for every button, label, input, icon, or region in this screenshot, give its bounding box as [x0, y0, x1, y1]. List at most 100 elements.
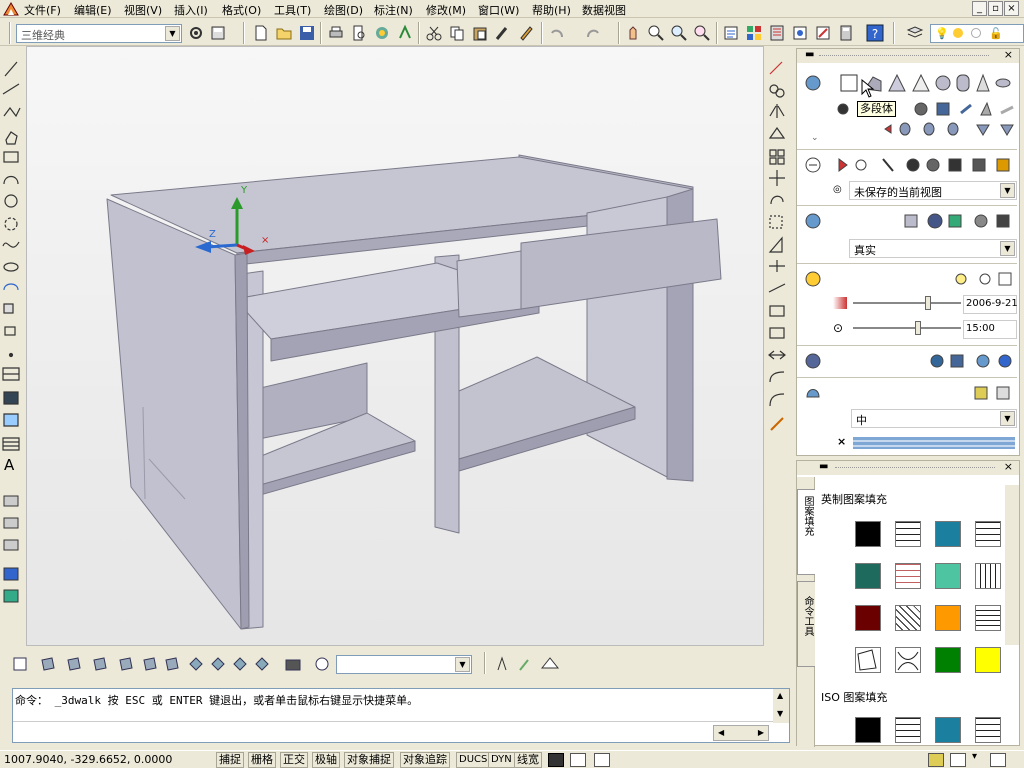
hatch-red-brick[interactable]: [895, 563, 921, 589]
menu-view[interactable]: 视图(V): [124, 2, 162, 18]
menu-insert[interactable]: 插入(I): [174, 2, 208, 18]
expand-chevron-icon[interactable]: ⌄: [811, 133, 819, 143]
communication-center-icon[interactable]: [928, 753, 944, 767]
chevron-down-icon[interactable]: ▼: [455, 657, 470, 672]
ducs-toggle[interactable]: DUCS: [456, 752, 491, 768]
date-slider-thumb[interactable]: [925, 296, 931, 310]
cut-icon[interactable]: [425, 24, 443, 42]
visual-style-combo[interactable]: 真实 ▼: [849, 239, 1017, 258]
dashboard-close-icon[interactable]: ×: [1004, 48, 1013, 61]
menu-edit[interactable]: 编辑(E): [74, 2, 112, 18]
close-x-icon[interactable]: ×: [837, 435, 846, 448]
hatch-solid-green-2[interactable]: [935, 647, 961, 673]
chevron-down-icon[interactable]: ▼: [1000, 241, 1015, 256]
coordinate-readout[interactable]: 1007.9040, -329.6652, 0.0000: [4, 753, 172, 766]
tab-hatch[interactable]: 图案填充: [797, 489, 815, 575]
pan-realtime-icon[interactable]: [624, 24, 642, 42]
iso-hatch-black[interactable]: [855, 717, 881, 743]
drawing-viewport[interactable]: Y Z ×: [26, 46, 764, 646]
menu-dataview[interactable]: 数据视图: [582, 2, 626, 18]
copy-icon[interactable]: [448, 24, 466, 42]
hatch-lines[interactable]: [975, 605, 1001, 631]
dashboard-menu-icon[interactable]: ▬: [805, 49, 814, 60]
calculator-icon[interactable]: [837, 24, 855, 42]
otrack-toggle[interactable]: 对象追踪: [400, 752, 450, 768]
close-button[interactable]: ×: [1004, 1, 1019, 16]
menu-tools[interactable]: 工具(T): [274, 2, 311, 18]
properties-icon[interactable]: [722, 24, 740, 42]
markup-icon[interactable]: [814, 24, 832, 42]
menu-window[interactable]: 窗口(W): [478, 2, 519, 18]
paste-icon[interactable]: [471, 24, 489, 42]
print-icon[interactable]: [327, 24, 345, 42]
material-quality-combo[interactable]: 中 ▼: [851, 409, 1017, 428]
named-view-combo[interactable]: ▼: [336, 655, 472, 674]
undo-icon[interactable]: [548, 24, 566, 42]
hatch-solid-black[interactable]: [855, 521, 881, 547]
command-hscrollbar[interactable]: ◀ ▶: [713, 725, 769, 741]
command-scrollbar[interactable]: ▲ ▼: [773, 689, 789, 723]
viewport-icon[interactable]: [594, 753, 610, 767]
iso-hatch-teal[interactable]: [935, 717, 961, 743]
sheet-set-icon[interactable]: [791, 24, 809, 42]
print-preview-icon[interactable]: [350, 24, 368, 42]
menu-file[interactable]: 文件(F): [24, 2, 61, 18]
annotation-scale-icon[interactable]: [570, 753, 586, 767]
redo-icon[interactable]: [584, 24, 602, 42]
dyn-toggle[interactable]: DYN: [488, 752, 515, 768]
hatch-earth[interactable]: [855, 647, 881, 673]
chevron-down-icon[interactable]: ▼: [1000, 411, 1015, 426]
minimize-button[interactable]: _: [972, 1, 987, 16]
date-slider-track[interactable]: [853, 302, 961, 304]
hatch-solid-mint[interactable]: [935, 563, 961, 589]
layer-combo[interactable]: 💡 🔓: [930, 24, 1024, 43]
palette-scrollbar[interactable]: [1005, 485, 1019, 645]
time-slider-thumb[interactable]: [915, 321, 921, 335]
model-space-icon[interactable]: [548, 753, 564, 767]
hatch-diagonal[interactable]: [895, 605, 921, 631]
time-slider-track[interactable]: [853, 327, 961, 329]
autocad-app-icon[interactable]: [3, 1, 19, 17]
palette-close-icon[interactable]: ×: [1004, 460, 1013, 473]
snap-toggle[interactable]: 捕捉: [216, 752, 244, 768]
tool-palettes-icon[interactable]: [768, 24, 786, 42]
menu-help[interactable]: 帮助(H): [532, 2, 571, 18]
open-folder-icon[interactable]: [275, 24, 293, 42]
zoom-previous-icon[interactable]: [693, 24, 711, 42]
3d-dwf-icon[interactable]: [396, 24, 414, 42]
palette-menu-icon[interactable]: ▬: [819, 461, 828, 472]
tab-command-tools[interactable]: 命令工具: [797, 581, 815, 667]
workspace-settings-icon[interactable]: [187, 24, 205, 42]
workspace-save-icon[interactable]: [209, 24, 227, 42]
command-line[interactable]: 命令： _3dwalk 按 ESC 或 ENTER 键退出，或者单击鼠标右键显示…: [12, 688, 790, 743]
hatch-solid-orange[interactable]: [935, 605, 961, 631]
menu-dimension[interactable]: 标注(N): [374, 2, 413, 18]
view-combo[interactable]: 未保存的当前视图 ▼: [849, 181, 1017, 200]
hatch-brick-2[interactable]: [975, 521, 1001, 547]
help-icon[interactable]: ?: [866, 24, 884, 42]
chevron-down-icon[interactable]: ▼: [1000, 183, 1015, 198]
workspace-combo[interactable]: 三维经典 ▼: [16, 24, 182, 43]
hatch-solid-maroon[interactable]: [855, 605, 881, 631]
new-file-icon[interactable]: [252, 24, 270, 42]
save-icon[interactable]: [298, 24, 316, 42]
zoom-realtime-icon[interactable]: [647, 24, 665, 42]
restore-button[interactable]: ▫: [988, 1, 1003, 16]
block-editor-icon[interactable]: [517, 24, 535, 42]
zoom-window-icon[interactable]: [670, 24, 688, 42]
lock-toolbars-icon[interactable]: [950, 753, 966, 767]
menu-modify[interactable]: 修改(M): [426, 2, 466, 18]
iso-hatch-brick[interactable]: [895, 717, 921, 743]
hatch-brick[interactable]: [895, 521, 921, 547]
hatch-solid-teal[interactable]: [935, 521, 961, 547]
grid-toggle[interactable]: 栅格: [248, 752, 276, 768]
ortho-toggle[interactable]: 正交: [280, 752, 308, 768]
hatch-solid-green[interactable]: [855, 563, 881, 589]
lineweight-toggle[interactable]: 线宽: [514, 752, 542, 768]
iso-hatch-brick-2[interactable]: [975, 717, 1001, 743]
hatch-grid[interactable]: [975, 563, 1001, 589]
match-properties-icon[interactable]: [494, 24, 512, 42]
osnap-toggle[interactable]: 对象捕捉: [344, 752, 394, 768]
time-field[interactable]: 15:00: [963, 320, 1017, 339]
clean-screen-icon[interactable]: [990, 753, 1006, 767]
